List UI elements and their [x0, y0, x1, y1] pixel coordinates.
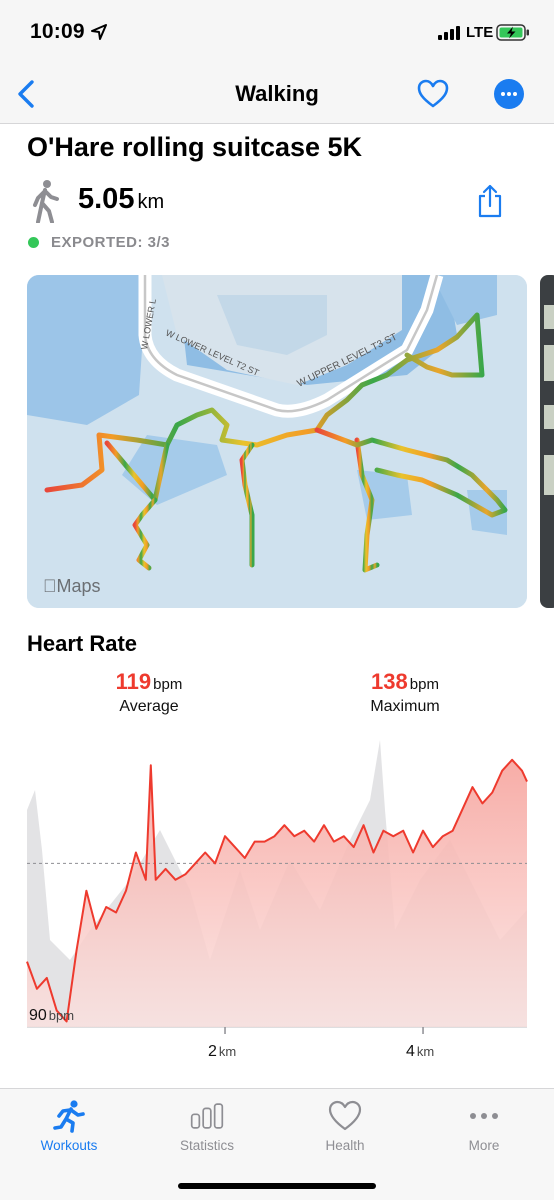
walking-figure-icon	[33, 180, 59, 223]
tab-label: Health	[325, 1138, 365, 1153]
heart-rate-title: Heart Rate	[27, 631, 138, 656]
x-tick-unit: km	[416, 1044, 435, 1059]
ellipsis-icon	[470, 1113, 498, 1119]
next-map-card-peek[interactable]	[540, 275, 554, 608]
tab-statistics[interactable]: Statistics	[152, 1099, 262, 1159]
network-type: LTE	[466, 24, 494, 41]
distance-unit: km	[137, 191, 165, 213]
x-axis-tick: 4 km	[406, 1043, 434, 1061]
figure-run-icon	[53, 1100, 85, 1133]
y-axis-tick: 90 bpm	[29, 1007, 74, 1025]
tab-more[interactable]: More	[429, 1099, 539, 1159]
cellular-signal-icon	[438, 26, 460, 40]
hr-average-unit: bpm	[153, 676, 183, 693]
workout-distance: 5.05 km	[78, 183, 164, 216]
heart-icon	[328, 1100, 362, 1131]
tab-label: More	[468, 1138, 500, 1153]
x-tick-unit: km	[218, 1044, 237, 1059]
route-map[interactable]: W LOWER LEVEL T2 ST W UPPER LEVEL T3 ST …	[27, 275, 527, 608]
bar-chart-icon	[190, 1103, 224, 1129]
x-tick-value: 4	[406, 1043, 415, 1060]
navigation-bar: Walking	[0, 62, 554, 124]
home-indicator[interactable]	[178, 1183, 376, 1189]
export-status-dot	[28, 237, 39, 248]
battery-charging-icon	[496, 24, 529, 41]
more-options-button[interactable]	[494, 79, 524, 109]
share-icon[interactable]	[476, 184, 504, 218]
heart-rate-chart[interactable]: 90 bpm 2 km 4 km	[0, 730, 554, 1070]
hr-maximum-value: 138	[371, 669, 408, 694]
distance-value: 5.05	[78, 183, 135, 215]
maps-attribution: Maps	[43, 576, 101, 597]
x-axis-tick: 2 km	[208, 1043, 236, 1061]
apple-logo-icon: 	[43, 576, 57, 596]
hr-average-value: 119	[115, 669, 152, 694]
heart-rate-area	[27, 759, 527, 1027]
status-bar: 10:09 LTE	[0, 0, 554, 62]
tab-health[interactable]: Health	[290, 1099, 400, 1159]
hr-maximum-unit: bpm	[409, 676, 439, 693]
x-tick-value: 2	[208, 1043, 217, 1060]
status-time: 10:09	[30, 20, 85, 43]
page-title: Walking	[235, 81, 319, 106]
hr-maximum-label: Maximum	[370, 698, 440, 715]
export-status: EXPORTED: 3/3	[51, 234, 171, 251]
tab-label: Workouts	[40, 1138, 98, 1153]
maps-label: Maps	[43, 576, 101, 596]
workout-title: O'Hare rolling suitcase 5K	[27, 132, 363, 162]
y-tick-unit: bpm	[48, 1008, 75, 1023]
y-tick-value: 90	[29, 1007, 47, 1024]
hr-maximum: 138 bpm Maximum	[345, 669, 465, 716]
tab-label: Statistics	[179, 1138, 234, 1153]
location-arrow-icon	[91, 24, 107, 40]
hr-average: 119 bpm Average	[89, 669, 209, 716]
route-map-canvas: W LOWER LEVEL T2 ST W UPPER LEVEL T3 ST …	[27, 275, 527, 608]
favorite-heart-icon[interactable]	[416, 78, 450, 110]
heart-rate-plot	[26, 740, 528, 1034]
tab-workouts[interactable]: Workouts	[14, 1099, 124, 1159]
hr-average-label: Average	[119, 698, 179, 715]
